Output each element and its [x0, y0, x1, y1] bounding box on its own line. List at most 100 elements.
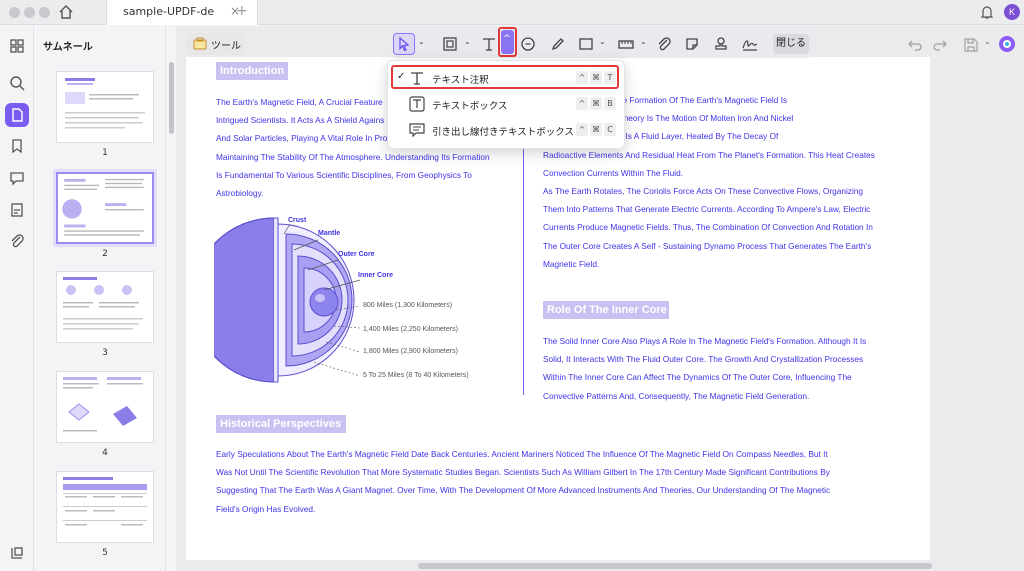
text-line: Convection Currents Within The Fluid. — [543, 167, 684, 178]
section-heading-historical: Historical Perspectives — [216, 415, 346, 433]
earth-layers-diagram — [214, 217, 361, 383]
attachment-icon[interactable] — [8, 232, 26, 250]
tab-title: sample-UPDF-de — [123, 5, 215, 18]
shortcut-key: ⌘ — [590, 123, 602, 136]
left-rail — [0, 26, 34, 571]
panel-title: サムネール — [43, 42, 93, 53]
callout-icon — [409, 123, 425, 138]
shortcut-key: B — [604, 97, 616, 110]
menu-item-label: テキストボックス — [432, 101, 508, 112]
thumbnail-number: 3 — [102, 348, 108, 358]
pencil-icon[interactable] — [549, 35, 567, 53]
cursor-icon — [399, 36, 410, 52]
text-line: Is Fundamental To Various Scientific Dis… — [216, 169, 472, 180]
form-icon[interactable] — [8, 201, 26, 219]
label-inner-core: Inner Core — [358, 272, 394, 279]
paperclip-icon[interactable] — [655, 35, 673, 53]
bell-icon[interactable] — [980, 5, 994, 20]
text-line: Maintaining The Stability Of The Atmosph… — [216, 151, 490, 162]
tools-label: ツール — [211, 41, 241, 52]
section-heading-introduction: Introduction — [216, 62, 288, 80]
thumbnail-number: 5 — [102, 548, 108, 558]
redo-icon[interactable] — [931, 36, 949, 54]
menu-item-callout-box[interactable]: 引き出し線付きテキストボックス ^ ⌘ C — [388, 118, 626, 142]
text-line: Early Speculations About The Earth's Mag… — [216, 449, 828, 459]
grid-icon[interactable] — [8, 37, 26, 55]
thumbnail-number: 2 — [102, 249, 108, 259]
label-outer-core: Outer Core — [338, 251, 375, 258]
save-icon[interactable] — [962, 36, 980, 54]
menu-item-text-box[interactable]: テキストボックス ^ ⌘ B — [388, 92, 626, 116]
shortcut-key: ⌘ — [590, 97, 602, 110]
text-line: Field's Origin Has Evolved. — [216, 503, 316, 514]
search-icon[interactable] — [8, 74, 26, 92]
text-line: Suggesting That The Earth Was A Giant Ma… — [216, 485, 831, 496]
thumbnail-scrollbar[interactable] — [169, 62, 174, 134]
zoom-window-button[interactable] — [39, 7, 50, 18]
new-tab-button[interactable]: + — [236, 3, 248, 19]
label-mantle: Mantle — [318, 230, 341, 237]
chevron-down-icon[interactable]: ⌄ — [640, 37, 647, 46]
close-toolbar-button[interactable]: 閉じる — [773, 34, 809, 54]
signature-icon[interactable] — [741, 35, 759, 53]
measure-4: 5 To 25 Miles (8 To 40 Kilometers) — [363, 372, 469, 379]
layers-icon[interactable] — [8, 544, 26, 562]
text-line: The Solid Inner Core Also Plays A Role I… — [543, 336, 867, 346]
minimize-window-button[interactable] — [24, 7, 35, 18]
text-line: Currents Produce Magnetic Fields. Thus, … — [543, 222, 873, 233]
thumbnail-page-5[interactable] — [56, 471, 154, 543]
page-icon[interactable] — [8, 106, 26, 124]
avatar[interactable]: K — [1004, 4, 1020, 20]
thumbnail-number: 1 — [102, 148, 108, 158]
shortcut-key: ^ — [576, 123, 588, 136]
text-line: Solid, It Interacts With The Fluid Outer… — [543, 354, 864, 365]
text-line: Within The Inner Core Can Affect The Dyn… — [543, 372, 852, 383]
highlight-text-comment — [391, 65, 619, 89]
text-line: Magnetic Field. — [543, 258, 600, 269]
bookmark-icon[interactable] — [8, 137, 26, 155]
chevron-down-icon[interactable]: ⌄ — [464, 37, 471, 46]
column-divider — [523, 145, 524, 395]
horizontal-scrollbar[interactable] — [418, 563, 932, 569]
undo-icon[interactable] — [906, 36, 924, 54]
comment-bubble-icon[interactable] — [519, 35, 537, 53]
thumbnail-page-3[interactable] — [56, 271, 154, 343]
text-line: As The Earth Rotates, The Coriolis Force… — [543, 186, 864, 197]
text-line: Was Not Until The Scientific Revolution … — [216, 467, 830, 478]
measure-1: 800 Miles (1,300 Kilometers) — [363, 302, 453, 309]
close-window-button[interactable] — [9, 7, 20, 18]
home-icon[interactable] — [58, 4, 74, 20]
section-heading-inner-core: Role Of The Inner Core — [543, 301, 669, 319]
measure-2: 1,400 Miles (2,250 Kilometers) — [363, 326, 458, 333]
text-tool-icon[interactable] — [480, 35, 498, 53]
measure-icon[interactable] — [617, 35, 635, 53]
stamp-frame-icon[interactable] — [441, 35, 459, 53]
thumbnail-number: 4 — [102, 448, 108, 458]
historical-paragraph: Early Speculations About The Earth's Mag… — [216, 445, 916, 518]
ai-assistant-icon[interactable] — [998, 35, 1016, 53]
thumbnail-page-4[interactable] — [56, 371, 154, 443]
text-line: Them Into Patterns That Generate Electri… — [543, 204, 871, 215]
text-line: Astrobiology. — [216, 188, 264, 199]
thumbnail-page-1[interactable] — [56, 71, 154, 143]
text-line: Convective Patterns And, Consequently, T… — [543, 390, 810, 401]
stamp-icon[interactable] — [712, 35, 730, 53]
title-bar: sample-UPDF-de × + K — [0, 0, 1024, 25]
shortcut-key: ^ — [576, 97, 588, 110]
highlight-caret — [498, 27, 517, 57]
chevron-down-icon[interactable]: ⌄ — [418, 37, 425, 46]
rectangle-icon[interactable] — [577, 35, 595, 53]
chevron-down-icon[interactable]: ⌄ — [599, 37, 606, 46]
menu-item-label: 引き出し線付きテキストボックス — [432, 127, 574, 138]
thumbnail-page-2[interactable] — [56, 172, 154, 244]
shortcut-key: C — [604, 123, 616, 136]
sticker-icon[interactable] — [683, 35, 701, 53]
text-line: The Outer Core Creates A Self - Sustaini… — [543, 240, 872, 251]
label-crust: Crust — [288, 217, 307, 224]
chevron-down-icon[interactable]: ⌄ — [984, 37, 991, 46]
textbox-icon — [409, 96, 425, 112]
thumbnail-panel: サムネール 1 2 3 4 5 — [34, 26, 166, 571]
inner-core-paragraph: The Solid Inner Core Also Plays A Role I… — [543, 332, 913, 405]
measure-3: 1,800 Miles (2,900 Kilometers) — [363, 348, 458, 355]
comment-icon[interactable] — [8, 169, 26, 187]
